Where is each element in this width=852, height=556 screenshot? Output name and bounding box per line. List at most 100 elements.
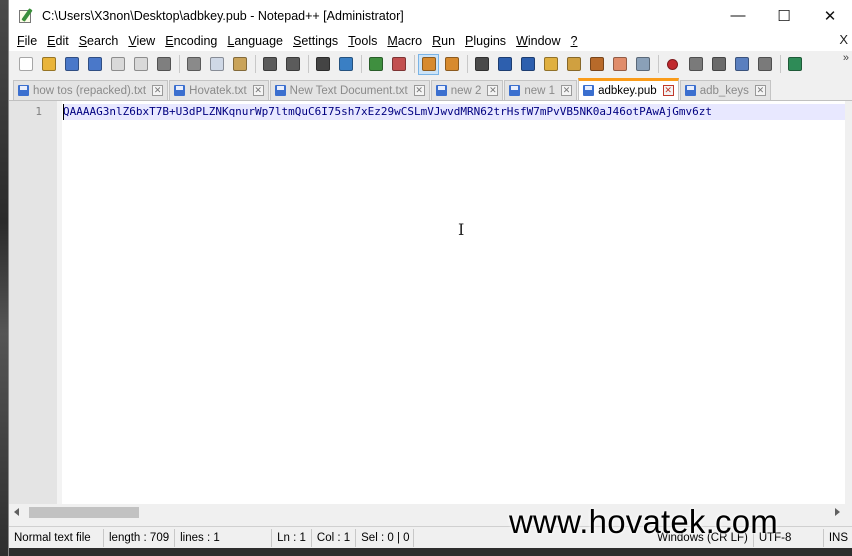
word-wrap-button[interactable] [471,54,492,75]
editor-area[interactable]: 1 QAAAAG3nlZ6bxT7B+U3dPLZNKqnurWp7ltmQuC… [9,101,845,504]
sync-horizontal-button[interactable] [441,54,462,75]
status-mode: INS [828,531,848,544]
tab-new-1[interactable]: new 1 ✕ [504,80,578,100]
copy-button[interactable] [206,54,227,75]
save-macro-button[interactable] [754,54,775,75]
close-document-button[interactable]: X [839,32,848,47]
monitor-button[interactable] [632,54,653,75]
tab-close-icon[interactable]: ✕ [252,85,264,96]
tab-adbkey-pub[interactable]: adbkey.pub ✕ [578,78,679,100]
new-file-icon [18,57,33,71]
play-macro-icon [711,57,726,71]
tab-label: New Text Document.txt [289,84,408,97]
menu-plugins[interactable]: Plugins [460,34,511,48]
tab-adb-keys[interactable]: adb_keys ✕ [679,80,771,100]
menu-edit[interactable]: Edit [42,34,74,48]
tab-close-icon[interactable]: ✕ [487,85,499,96]
replace-button[interactable] [335,54,356,75]
doc-map-button[interactable] [563,54,584,75]
toolbar-separator [361,55,362,73]
tab-label: new 1 [524,84,556,97]
play-macro-button[interactable] [708,54,729,75]
close-window-button[interactable]: ✕ [807,0,852,31]
menu-search[interactable]: Search [74,34,124,48]
function-list-button[interactable] [586,54,607,75]
zoom-out-button[interactable] [388,54,409,75]
redo-icon [285,57,300,71]
fold-margin[interactable] [57,101,62,504]
tab-hovatek-txt[interactable]: Hovatek.txt ✕ [169,80,269,100]
close-button[interactable] [107,54,128,75]
paste-button[interactable] [229,54,250,75]
open-file-button[interactable] [38,54,59,75]
record-macro-button[interactable] [662,54,683,75]
stop-macro-button[interactable] [685,54,706,75]
menu-settings[interactable]: Settings [288,34,343,48]
toolbar-separator [255,55,256,73]
toolbar-overflow-button[interactable]: » [843,52,849,64]
menu-macro[interactable]: Macro [382,34,427,48]
editor-line-1[interactable]: QAAAAG3nlZ6bxT7B+U3dPLZNKqnurWp7ltmQuC6I… [63,104,845,120]
save-all-button[interactable] [84,54,105,75]
menu-language[interactable]: Language [222,34,288,48]
panel-button[interactable] [784,54,805,75]
run-macro-multiple-icon [734,57,749,71]
save-button[interactable] [61,54,82,75]
copy-icon [209,57,224,71]
tab-close-icon[interactable]: ✕ [662,85,674,96]
run-macro-multiple-button[interactable] [731,54,752,75]
menu-view[interactable]: View [123,34,160,48]
sync-vertical-button[interactable] [418,53,439,75]
tab-new-2[interactable]: new 2 ✕ [430,80,504,100]
vertical-scrollbar[interactable] [845,101,852,504]
tab-label: new 2 [450,84,482,97]
maximize-button[interactable]: ☐ [761,0,807,31]
undo-button[interactable] [259,54,280,75]
tab-close-icon[interactable]: ✕ [754,85,766,96]
stop-macro-icon [688,57,703,71]
print-button[interactable] [153,54,174,75]
menu-help[interactable]: ? [566,34,583,48]
show-all-chars-button[interactable] [494,54,515,75]
ibeam-cursor-icon: I [458,220,465,239]
document-tab-bar: how tos (repacked).txt ✕ Hovatek.txt ✕ New T… [9,78,852,101]
tab-new-text-document-txt[interactable]: New Text Document.txt ✕ [269,80,430,100]
close-all-button[interactable] [130,54,151,75]
minimize-button[interactable]: — [715,0,761,31]
indent-guide-icon [520,57,535,71]
menu-window[interactable]: Window [511,34,565,48]
text-caret [63,104,64,120]
menu-run[interactable]: Run [427,34,460,48]
menu-tools[interactable]: Tools [343,34,382,48]
scroll-left-icon[interactable] [14,508,19,516]
status-length: length : 709 [104,528,176,547]
find-button[interactable] [312,54,333,75]
tab-label: adb_keys [699,84,749,97]
menu-bar: File Edit Search View Encoding Language Settin… [9,31,852,51]
tab-close-icon[interactable]: ✕ [413,85,425,96]
scroll-right-icon[interactable] [835,508,840,516]
menu-encoding[interactable]: Encoding [160,34,222,48]
toolbar-separator [467,55,468,73]
menu-file[interactable]: File [12,34,42,48]
title-bar[interactable]: C:\Users\X3non\Desktop\adbkey.pub - Note… [9,0,852,31]
show-all-chars-icon [497,57,512,71]
save-macro-icon [757,57,772,71]
zoom-in-button[interactable] [365,54,386,75]
toolbar-separator [308,55,309,73]
new-file-button[interactable] [15,54,36,75]
tab-close-icon[interactable]: ✕ [152,85,164,96]
tab-how-tos-repacked-txt[interactable]: how tos (repacked).txt ✕ [13,80,169,100]
zoom-out-icon [391,57,406,71]
redo-button[interactable] [282,54,303,75]
folder-workspace-button[interactable] [609,54,630,75]
horizontal-scroll-thumb[interactable] [29,507,139,518]
cut-button[interactable] [183,54,204,75]
tab-close-icon[interactable]: ✕ [561,85,573,96]
floppy-disk-icon [509,85,521,96]
indent-guide-button[interactable] [517,54,538,75]
cut-icon [186,57,201,71]
toolbar-separator [658,55,659,73]
floppy-disk-icon [435,85,447,96]
user-language-button[interactable] [540,54,561,75]
